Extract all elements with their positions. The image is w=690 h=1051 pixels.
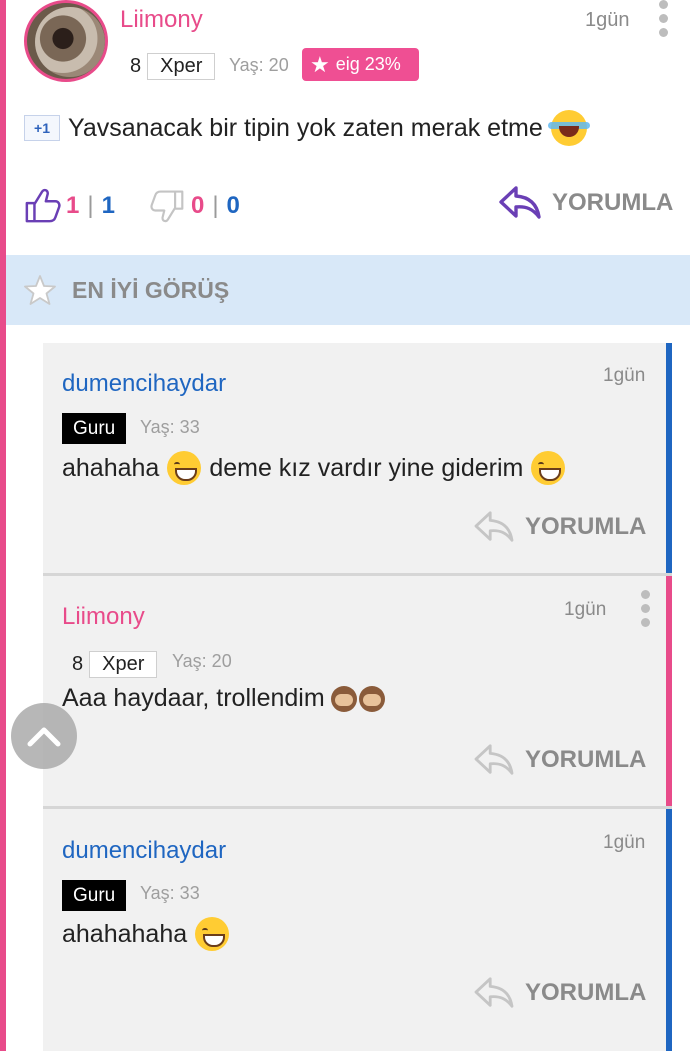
- comment-username[interactable]: dumencihaydar: [62, 370, 226, 398]
- comment-reply-label: YORUMLA: [525, 979, 647, 1006]
- comment-card: Liimony 1gün 8 Xper Yaş: 20 Aaa haydaar,…: [43, 576, 672, 806]
- comment-reply-button[interactable]: YORUMLA: [473, 975, 646, 1011]
- user-rank: 8 Xper: [72, 651, 158, 678]
- like-count-pink: 1: [66, 192, 80, 219]
- best-opinion-label: EN İYİ GÖRÜŞ: [72, 276, 230, 303]
- comment-accent-bar: [666, 343, 672, 574]
- grin-emoji: [195, 917, 230, 951]
- comment-text: ahahahaha: [62, 917, 230, 951]
- comment-text-part-1: Aaa haydaar, trollendim: [62, 684, 325, 712]
- dislike-separator: |: [212, 192, 219, 219]
- vote-bar: 1 | 1 0 | 0: [24, 187, 240, 225]
- eig-label: eig 23%: [335, 54, 401, 74]
- avatar[interactable]: [24, 0, 108, 82]
- dislike-count-blue: 0: [226, 192, 240, 219]
- comment-card: dumencihaydar 1gün Guru Yaş: 33 ahahaha …: [43, 343, 672, 574]
- rank-label: Xper: [147, 53, 216, 80]
- like-icon[interactable]: [24, 187, 62, 225]
- comment-text-part-1: ahahahaha: [62, 919, 188, 948]
- comment-age: Yaş: 33: [140, 883, 200, 903]
- comment-time: 1gün: [603, 365, 646, 386]
- comment-age: Yaş: 33: [140, 417, 200, 437]
- comment-username[interactable]: Liimony: [62, 603, 145, 631]
- rank-label: Xper: [89, 651, 158, 678]
- monkey-emoji: [358, 685, 385, 712]
- laugh-emoji: [547, 110, 590, 146]
- post-text: Yavsanacak bir tipin yok zaten merak etm…: [68, 113, 543, 142]
- guru-badge: Guru: [62, 880, 127, 911]
- reply-button[interactable]: YORUMLA: [498, 184, 673, 222]
- left-accent-strip: [0, 0, 6, 1051]
- comment-text-part-1: ahahaha: [62, 453, 160, 482]
- plus-one-badge: +1: [24, 115, 60, 141]
- comment-username[interactable]: dumencihaydar: [62, 837, 226, 865]
- rank-level: 8: [72, 653, 84, 675]
- comment-time: 1gün: [564, 599, 607, 620]
- comment-text: ahahaha deme kız vardır yine giderim: [62, 451, 566, 485]
- reply-icon: [474, 977, 514, 1008]
- comment-age: Yaş: 20: [172, 651, 232, 671]
- comment-text-part-2: deme kız vardır yine giderim: [209, 453, 524, 482]
- comment-time: 1gün: [603, 832, 646, 853]
- user-rank: 8 Xper: [130, 53, 216, 80]
- reply-label: YORUMLA: [552, 189, 674, 216]
- post-username[interactable]: Liimony: [120, 6, 203, 34]
- comment-text: Aaa haydaar, trollendim: [62, 684, 385, 713]
- dislike-icon[interactable]: [149, 187, 185, 225]
- more-icon[interactable]: [657, 0, 669, 37]
- reply-icon: [474, 511, 514, 542]
- dislike-count-pink: 0: [190, 192, 205, 219]
- scroll-to-top-button[interactable]: [11, 703, 77, 769]
- like-separator: |: [87, 192, 94, 219]
- grin-emoji: [531, 451, 566, 485]
- reply-icon: [499, 186, 541, 219]
- star-icon: [24, 275, 56, 305]
- comment-reply-button[interactable]: YORUMLA: [473, 742, 646, 778]
- star-icon: ★: [310, 51, 330, 77]
- monkey-emoji: [330, 685, 357, 712]
- reply-icon: [474, 744, 514, 775]
- rank-level: 8: [130, 55, 142, 77]
- comment-card: dumencihaydar 1gün Guru Yaş: 33 ahahahah…: [43, 809, 672, 1051]
- eig-badge: ★ eig 23%: [302, 48, 419, 81]
- post-body: +1 Yavsanacak bir tipin yok zaten merak …: [24, 110, 590, 146]
- comment-accent-bar: [666, 809, 672, 1051]
- comment-accent-bar: [666, 576, 672, 806]
- comment-reply-label: YORUMLA: [525, 513, 647, 540]
- comment-reply-button[interactable]: YORUMLA: [473, 509, 646, 545]
- best-opinion-banner: EN İYİ GÖRÜŞ: [6, 255, 690, 325]
- user-age: Yaş: 20: [229, 55, 289, 75]
- chevron-up-icon: [27, 727, 61, 747]
- comment-reply-label: YORUMLA: [525, 746, 647, 773]
- more-icon[interactable]: [639, 590, 651, 627]
- guru-badge: Guru: [62, 413, 127, 444]
- post-time: 1gün: [585, 9, 630, 31]
- like-count-blue: 1: [101, 192, 115, 219]
- grin-emoji: [167, 451, 202, 485]
